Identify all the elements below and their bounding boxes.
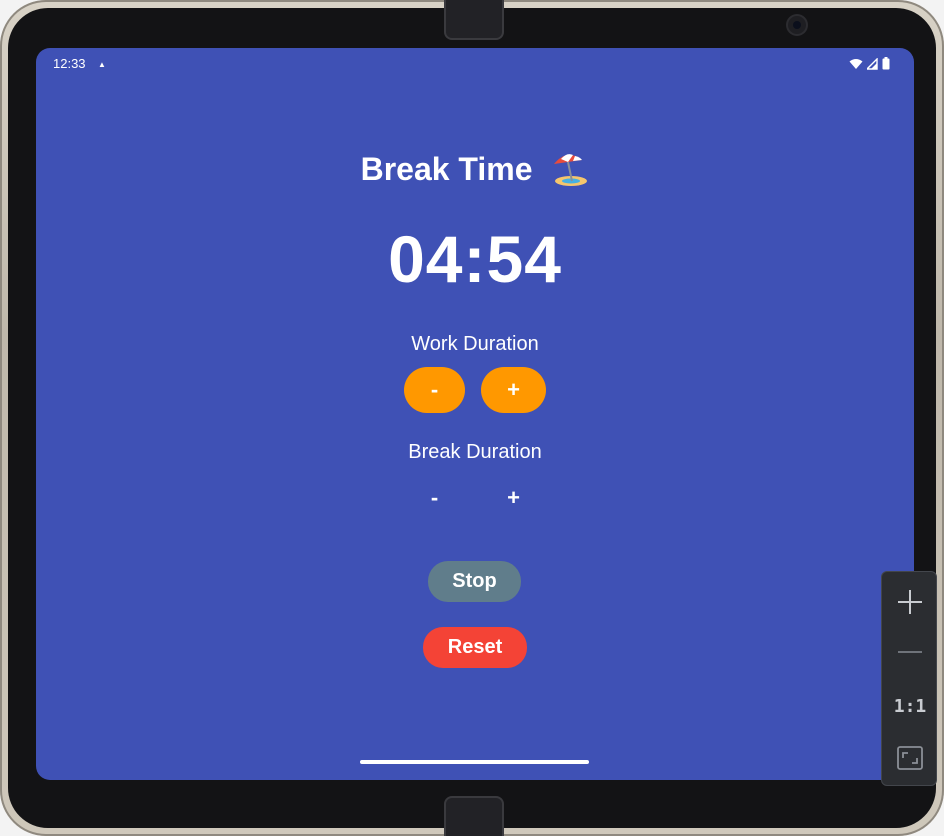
foldable-device-frame: 12:33 ▲ Break Time 04:54 Work Duration -…: [0, 0, 944, 836]
cell-signal-icon: [867, 57, 878, 70]
reset-button[interactable]: Reset: [423, 627, 527, 668]
zoom-in-button[interactable]: [882, 580, 938, 624]
beach-umbrella-icon: [551, 150, 589, 188]
status-icons: [849, 57, 890, 70]
zoom-out-button[interactable]: [882, 630, 938, 674]
work-increase-button[interactable]: +: [481, 367, 546, 413]
fit-to-screen-icon: [897, 746, 923, 770]
home-indicator[interactable]: [360, 760, 589, 764]
emulator-zoom-panel: 1:1: [881, 571, 937, 786]
break-duration-label: Break Duration: [408, 441, 542, 463]
zoom-out-icon: [898, 651, 922, 653]
zoom-in-icon: [898, 590, 922, 614]
battery-icon: [882, 57, 890, 70]
status-bar: 12:33 ▲: [36, 48, 914, 78]
break-decrease-button[interactable]: -: [404, 475, 465, 521]
countdown-timer: 04:54: [388, 222, 562, 296]
title-text: Break Time: [360, 150, 533, 187]
work-duration-controls: - +: [36, 367, 914, 413]
zoom-actual-size-button[interactable]: 1:1: [882, 684, 938, 728]
stop-button[interactable]: Stop: [428, 561, 521, 602]
break-duration-controls: - +: [36, 475, 914, 521]
work-duration-label: Work Duration: [411, 333, 539, 355]
hinge-top: [444, 0, 504, 40]
break-increase-button[interactable]: +: [481, 475, 546, 521]
fit-to-screen-button[interactable]: [882, 736, 938, 780]
app-screen: 12:33 ▲ Break Time 04:54 Work Duration -…: [36, 48, 914, 780]
page-title: Break Time: [36, 146, 914, 189]
front-camera: [788, 16, 806, 34]
status-time: 12:33: [53, 56, 86, 71]
wifi-icon: [849, 58, 863, 69]
hinge-bottom: [444, 796, 504, 836]
work-decrease-button[interactable]: -: [404, 367, 465, 413]
notification-icon: ▲: [98, 60, 106, 69]
